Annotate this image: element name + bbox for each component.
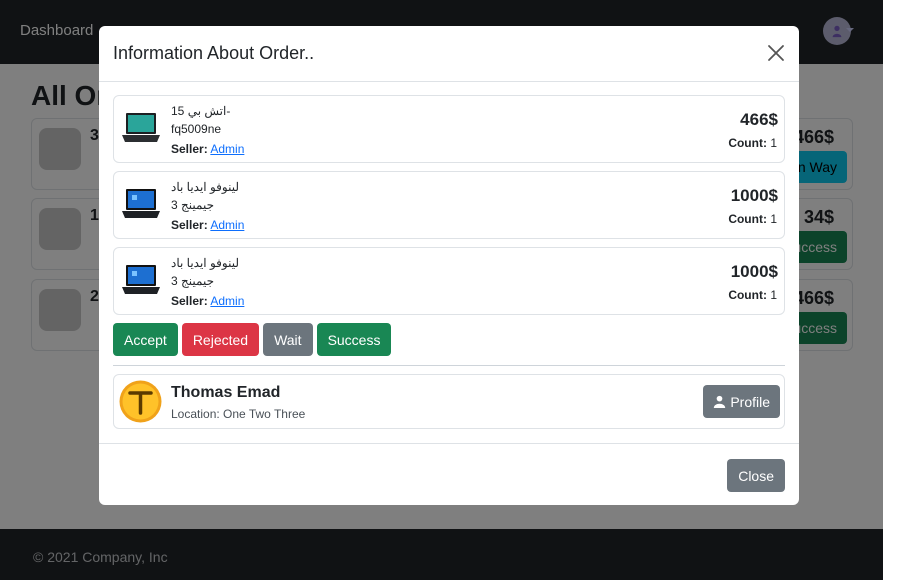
order-item: لينوفو ايديا باد جيمينج 3 Seller: Admin … [113,247,785,315]
modal-footer: Close [99,443,799,505]
person-icon [714,395,726,408]
laptop-icon [120,186,162,222]
item-name: 15 اتش بي- fq5009ne [171,104,231,136]
item-count: Count: 1 [728,212,777,226]
close-button[interactable]: Close [727,459,785,492]
order-actions: Accept Rejected Wait Success [113,323,392,356]
item-name: لينوفو ايديا باد جيمينج 3 [171,256,240,288]
success-button[interactable]: Success [316,323,392,356]
scrollbar[interactable] [883,0,898,580]
seller-link[interactable]: Admin [210,142,244,156]
close-icon[interactable] [765,42,787,64]
customer-card: Thomas Emad Location: One Two Three Prof… [113,374,785,429]
wait-button[interactable]: Wait [263,323,313,356]
seller-label: Seller: [171,294,208,308]
count-label: Count: [728,212,767,226]
count-value: 1 [770,288,777,302]
seller-label: Seller: [171,142,208,156]
rejected-button[interactable]: Rejected [181,323,260,356]
divider [113,365,785,366]
laptop-icon [120,110,162,146]
item-seller: Seller: Admin [171,142,244,156]
profile-button-label: Profile [730,393,770,410]
profile-button[interactable]: Profile [703,385,780,418]
modal-header: Information About Order.. [99,26,799,82]
seller-link[interactable]: Admin [210,218,244,232]
seller-label: Seller: [171,218,208,232]
item-seller: Seller: Admin [171,294,244,308]
avatar [119,380,162,423]
item-price: 1000$ [730,262,778,281]
accept-button[interactable]: Accept [113,323,178,356]
count-value: 1 [770,212,777,226]
item-price: 466$ [740,110,778,129]
count-label: Count: [728,288,767,302]
item-count: Count: 1 [728,288,777,302]
customer-location: Location: One Two Three [171,407,306,421]
count-label: Count: [728,136,767,150]
item-name: لينوفو ايديا باد جيمينج 3 [171,180,240,212]
count-value: 1 [770,136,777,150]
modal-title: Information About Order.. [113,43,315,63]
order-item: لينوفو ايديا باد جيمينج 3 Seller: Admin … [113,171,785,239]
item-seller: Seller: Admin [171,218,244,232]
order-info-modal: Information About Order.. 15 اتش بي- fq5… [99,26,799,505]
order-item: 15 اتش بي- fq5009ne Seller: Admin 466$ C… [113,95,785,163]
item-count: Count: 1 [728,136,777,150]
item-price: 1000$ [730,186,778,205]
customer-name: Thomas Emad [171,384,281,401]
seller-link[interactable]: Admin [210,294,244,308]
laptop-icon [120,262,162,298]
